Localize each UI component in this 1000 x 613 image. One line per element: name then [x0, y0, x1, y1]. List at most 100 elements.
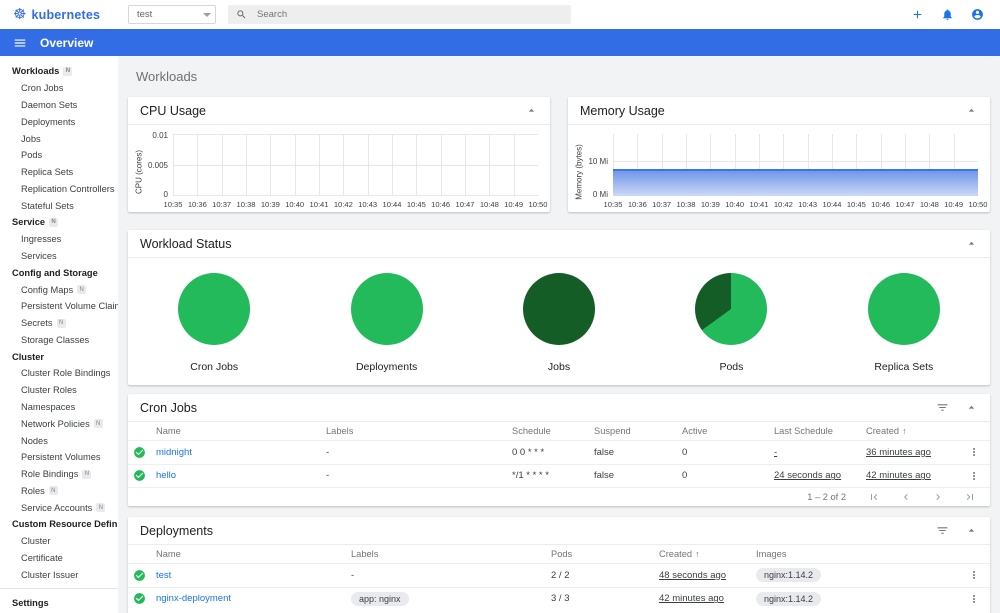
sidebar-item-namespaces[interactable]: Namespaces: [0, 399, 118, 416]
kubernetes-logo[interactable]: ☸ kubernetes: [0, 7, 118, 22]
pie-chart[interactable]: [867, 273, 940, 345]
kebab-menu-icon[interactable]: [964, 569, 990, 581]
sidebar-item-storage-classes[interactable]: Storage Classes: [0, 332, 118, 349]
pie-chart[interactable]: [695, 273, 768, 345]
deployment-labels: app: nginx: [351, 591, 551, 606]
column-header-images[interactable]: Images: [756, 549, 964, 559]
next-page-icon[interactable]: [932, 491, 944, 503]
search-bar: [228, 5, 571, 24]
deployment-name-link[interactable]: nginx-deployment: [156, 593, 231, 604]
created-value[interactable]: 42 minutes ago: [659, 593, 724, 604]
sidebar-item-replica-sets[interactable]: Replica Sets: [0, 164, 118, 181]
column-header-name[interactable]: Name: [156, 549, 351, 559]
sidebar-item-service-accounts[interactable]: Service Accounts N: [0, 499, 118, 516]
sidebar-item-jobs[interactable]: Jobs: [0, 130, 118, 147]
last-schedule-value[interactable]: -: [774, 447, 777, 458]
sidebar-item-nodes[interactable]: Nodes: [0, 432, 118, 449]
column-header-labels[interactable]: Labels: [351, 549, 551, 559]
kebab-menu-icon[interactable]: [964, 446, 990, 458]
created-value[interactable]: 48 seconds ago: [659, 570, 726, 581]
sidebar-section-config-and-storage[interactable]: Config and Storage: [0, 264, 118, 281]
search-input[interactable]: [257, 9, 563, 20]
x-tick-label: 10:39: [700, 200, 720, 209]
x-tick-label: 10:50: [968, 200, 988, 209]
column-header-created[interactable]: Created ↑: [866, 426, 964, 436]
sidebar-item-label: Certificate: [21, 553, 63, 564]
sidebar-item-replication-controllers[interactable]: Replication Controllers: [0, 180, 118, 197]
sidebar-item-roles[interactable]: Roles N: [0, 483, 118, 500]
kebab-menu-icon[interactable]: [964, 593, 990, 605]
column-header-labels[interactable]: Labels: [326, 426, 512, 436]
account-icon[interactable]: [971, 8, 984, 21]
sidebar-item-settings[interactable]: Settings: [0, 594, 118, 611]
x-tick-label: 10:35: [603, 200, 623, 209]
deployment-name-link[interactable]: test: [156, 570, 171, 581]
column-header-last-schedule[interactable]: Last Schedule: [774, 426, 866, 436]
collapse-caret-icon[interactable]: [965, 401, 978, 414]
deployments-table: Name Labels Pods Created ↑ Images test -2 / 2 48…: [128, 545, 990, 610]
filter-list-icon[interactable]: [936, 401, 949, 414]
label-chip: app: nginx: [351, 591, 409, 606]
collapse-caret-icon[interactable]: [965, 104, 978, 117]
sidebar-item-persistent-volumes[interactable]: Persistent Volumes: [0, 449, 118, 466]
sidebar-item-services[interactable]: Services: [0, 248, 118, 265]
memory-card-title: Memory Usage: [580, 103, 665, 118]
cronjob-name-link[interactable]: hello: [156, 470, 176, 481]
cronjob-name-link[interactable]: midnight: [156, 447, 192, 458]
status-ok-icon: [128, 592, 156, 605]
sidebar-item-certificate[interactable]: Certificate: [0, 550, 118, 567]
sidebar-item-ingresses[interactable]: Ingresses: [0, 231, 118, 248]
collapse-caret-icon[interactable]: [525, 104, 538, 117]
sidebar-item-network-policies[interactable]: Network Policies N: [0, 415, 118, 432]
cronjob-last-schedule: 24 seconds ago: [774, 470, 866, 481]
x-tick-label: 10:36: [627, 200, 647, 209]
sidebar-section-custom-resource-definitions[interactable]: Custom Resource Definitions: [0, 516, 118, 533]
sidebar-item-role-bindings[interactable]: Role Bindings N: [0, 466, 118, 483]
sidebar-item-secrets[interactable]: Secrets N: [0, 315, 118, 332]
kebab-menu-icon[interactable]: [964, 470, 990, 482]
sidebar-item-persistent-volume-claims[interactable]: Persistent Volume ClaimsN: [0, 298, 118, 315]
sidebar-item-pods[interactable]: Pods: [0, 147, 118, 164]
cronjob-active: 0: [682, 446, 688, 458]
filter-list-icon[interactable]: [936, 524, 949, 537]
sidebar-section-cluster[interactable]: Cluster: [0, 348, 118, 365]
pie-label: Cron Jobs: [190, 361, 239, 373]
last-schedule-value[interactable]: 24 seconds ago: [774, 470, 841, 481]
bell-icon[interactable]: [941, 8, 954, 21]
sidebar-item-cron-jobs[interactable]: Cron Jobs: [0, 80, 118, 97]
first-page-icon[interactable]: [868, 491, 880, 503]
namespace-selector[interactable]: test: [128, 5, 216, 24]
prev-page-icon[interactable]: [900, 491, 912, 503]
sidebar-divider: [0, 588, 118, 590]
sidebar-item-cluster-roles[interactable]: Cluster Roles: [0, 382, 118, 399]
column-header-suspend[interactable]: Suspend: [594, 426, 682, 436]
sidebar-item-deployments[interactable]: Deployments: [0, 113, 118, 130]
pie-chart[interactable]: [350, 273, 423, 345]
plus-icon[interactable]: [911, 8, 924, 21]
sidebar-item-config-maps[interactable]: Config Maps N: [0, 281, 118, 298]
collapse-caret-icon[interactable]: [965, 524, 978, 537]
sidebar-section-service[interactable]: Service N: [0, 214, 118, 231]
last-page-icon[interactable]: [964, 491, 976, 503]
label-chip: nginx:1.14.2: [756, 591, 822, 606]
collapse-caret-icon[interactable]: [965, 237, 978, 250]
sidebar-item-daemon-sets[interactable]: Daemon Sets: [0, 97, 118, 114]
created-value[interactable]: 42 minutes ago: [866, 470, 931, 481]
column-header-name[interactable]: Name: [156, 426, 326, 436]
column-header-active[interactable]: Active: [682, 426, 774, 436]
hamburger-menu-icon[interactable]: [13, 36, 27, 50]
sidebar-item-cluster-issuer[interactable]: Cluster Issuer: [0, 566, 118, 583]
pie-chart[interactable]: [523, 273, 596, 345]
sidebar-item-cluster[interactable]: Cluster: [0, 533, 118, 550]
sidebar-section-workloads[interactable]: Workloads N: [0, 63, 118, 80]
sidebar-item-stateful-sets[interactable]: Stateful Sets: [0, 197, 118, 214]
column-header-created[interactable]: Created ↑: [659, 549, 756, 559]
pagination-range: 1 – 2 of 2: [807, 492, 846, 502]
sidebar-item-cluster-role-bindings[interactable]: Cluster Role Bindings: [0, 365, 118, 382]
status-ok-icon: [128, 569, 156, 582]
column-header-pods[interactable]: Pods: [551, 549, 659, 559]
created-value[interactable]: 36 minutes ago: [866, 447, 931, 458]
sidebar-item-label: Persistent Volumes: [21, 452, 101, 463]
pie-chart[interactable]: [178, 273, 251, 345]
column-header-schedule[interactable]: Schedule: [512, 426, 594, 436]
